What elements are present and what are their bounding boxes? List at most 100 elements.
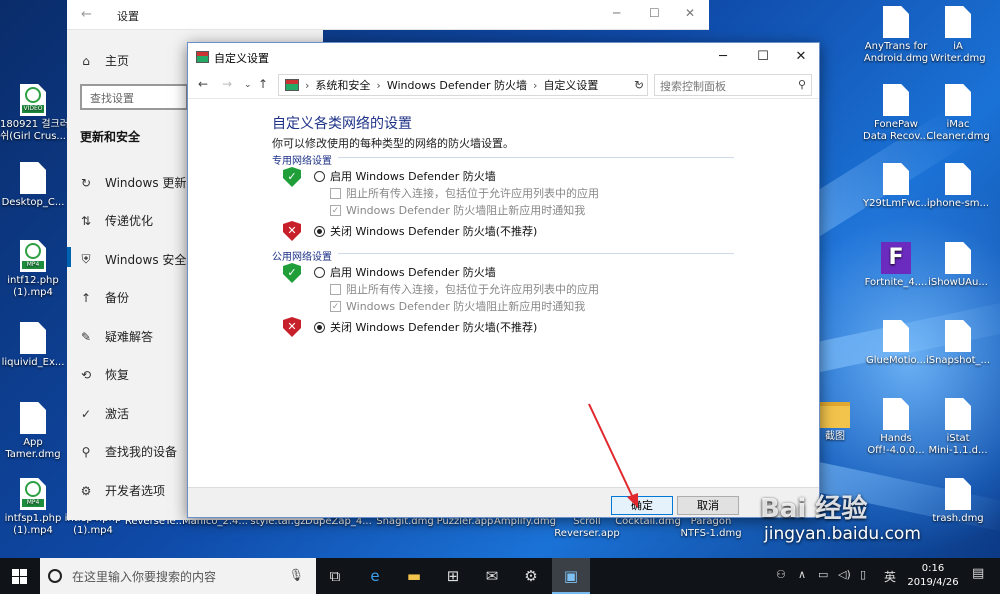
back-arrow-icon[interactable]: ← [81, 7, 92, 22]
task-view-icon[interactable]: ⧉ [316, 558, 354, 594]
breadcrumb[interactable]: › 系统和安全 › Windows Defender 防火墙 › 自定义设置 ⌄ [278, 74, 648, 96]
checkbox[interactable] [330, 283, 341, 295]
volume-icon[interactable]: ◁) [838, 568, 851, 581]
minimize-button[interactable]: ─ [708, 47, 738, 67]
taskbar-search-input[interactable]: 在这里输入你要搜索的内容 🎙 [40, 558, 316, 594]
desktop-icon[interactable]: trash.dmg [925, 478, 991, 525]
radio-button[interactable] [314, 170, 325, 182]
desktop-icon[interactable]: F Fortnite_4.... [863, 242, 929, 289]
checkbox[interactable]: ✓ [330, 204, 341, 216]
store-icon[interactable]: ⊞ [434, 558, 472, 594]
settings-item-delivery-optimization[interactable]: ⇅ 传递优化 [79, 212, 153, 229]
desktop-icon[interactable]: liquivid_Ex... [0, 322, 66, 369]
desktop-icon[interactable]: FonePaw Data Recov... [863, 84, 929, 143]
back-icon[interactable]: ← [198, 77, 208, 91]
checkbox[interactable] [330, 187, 341, 199]
minimize-icon[interactable]: ─ [613, 6, 620, 20]
desktop-icon-label: Desktop_C... [1, 197, 65, 208]
desktop-icon[interactable]: Paragon NTFS-1.dmg [678, 516, 744, 540]
desktop-icon[interactable]: Desktop_C... [0, 162, 66, 209]
desktop-icon[interactable]: iSnapshot_... [925, 320, 991, 367]
up-icon[interactable]: ↑ [258, 77, 268, 91]
public-network-group-label: 公用网络设置 [272, 252, 332, 263]
maximize-icon[interactable]: ☐ [649, 6, 660, 20]
ime-indicator[interactable]: 英 [884, 568, 896, 585]
edge-icon[interactable]: e [356, 558, 394, 594]
desktop-icon[interactable]: Hands Off!-4.0.0... [863, 398, 929, 457]
dialog-title: 自定义设置 [214, 52, 269, 65]
shield-x-icon: ✕ [283, 221, 301, 241]
desktop-icon[interactable]: Scroll Reverser.app [554, 516, 620, 540]
desktop-icon-label: AnyTrans for Android.dmg [863, 41, 929, 64]
desktop-icon[interactable]: MP4 intf12.php (1).mp4 [0, 240, 66, 299]
checkmark-icon: ✓ [80, 406, 92, 421]
people-icon[interactable]: ⚇ [776, 568, 786, 581]
settings-item-activation[interactable]: ✓ 激活 [79, 405, 129, 422]
desktop-icon[interactable]: iShowUAu... [925, 242, 991, 289]
microphone-icon[interactable]: 🎙 [289, 568, 304, 582]
desktop-icon[interactable]: iMac Cleaner.dmg [925, 84, 991, 143]
desktop-icon[interactable]: MP4 intfsp1.php (1).mp4 [0, 478, 66, 537]
checkbox[interactable]: ✓ [330, 300, 341, 312]
recent-pages-icon[interactable]: ⌄ [244, 80, 252, 90]
radio-button[interactable] [314, 266, 325, 278]
battery-icon[interactable]: ▯ [860, 568, 866, 581]
public-notify-checkbox[interactable]: ✓ Windows Defender 防火墙阻止新应用时通知我 [330, 298, 585, 314]
public-block-all-checkbox[interactable]: 阻止所有传入连接，包括位于允许应用列表中的应用 [330, 281, 599, 297]
desktop-icon[interactable]: GlueMotio... [863, 320, 929, 367]
private-disable-firewall-radio[interactable]: 关闭 Windows Defender 防火墙(不推荐) [314, 223, 537, 239]
settings-item-label: Windows 更新 [105, 176, 187, 190]
close-icon[interactable]: ✕ [685, 6, 695, 20]
shield-x-icon: ✕ [283, 317, 301, 337]
settings-gear-icon[interactable]: ⚙ [512, 558, 550, 594]
desktop-icon[interactable]: iA Writer.dmg [925, 6, 991, 65]
backup-icon: ↑ [80, 290, 92, 305]
private-notify-checkbox[interactable]: ✓ Windows Defender 防火墙阻止新应用时通知我 [330, 202, 585, 218]
mail-icon[interactable]: ✉ [473, 558, 511, 594]
control-panel-search-input[interactable]: 搜索控制面板 ⚲ [654, 74, 812, 96]
shield-check-icon: ✓ [283, 167, 301, 187]
network-icon[interactable]: ▭ [818, 568, 828, 581]
public-enable-firewall-radio[interactable]: 启用 Windows Defender 防火墙 [314, 264, 496, 280]
notification-icon[interactable]: ▤ [972, 566, 984, 581]
breadcrumb-item[interactable]: 系统和安全 [315, 77, 370, 93]
settings-item-windows-update[interactable]: ↻ Windows 更新 [79, 174, 186, 191]
search-icon[interactable]: ⚲ [798, 78, 806, 91]
wrench-icon: ✎ [80, 329, 92, 344]
breadcrumb-item[interactable]: 自定义设置 [543, 77, 598, 93]
desktop-icon[interactable]: VIDEO 180921 걸크러 쉬(Girl Crus... [0, 84, 69, 143]
ok-button[interactable]: 确定 [611, 496, 673, 515]
radio-button[interactable] [314, 321, 325, 333]
desktop-icon-label: iA Writer.dmg [930, 41, 986, 64]
desktop-icon[interactable]: iphone-sm... [925, 163, 991, 210]
settings-item-windows-security[interactable]: ⛨ Windows 安全中 [79, 251, 198, 268]
desktop-icon-label: Hands Off!-4.0.0... [867, 433, 925, 456]
settings-item-recovery[interactable]: ⟲ 恢复 [79, 366, 129, 383]
desktop-icon[interactable]: AnyTrans for Android.dmg [863, 6, 929, 65]
private-block-all-checkbox[interactable]: 阻止所有传入连接，包括位于允许应用列表中的应用 [330, 185, 599, 201]
desktop-icon[interactable]: App Tamer.dmg [0, 402, 66, 461]
settings-search-input[interactable]: 查找设置 [80, 84, 188, 110]
close-button[interactable]: ✕ [786, 47, 816, 67]
desktop-icon[interactable]: iStat Mini-1.1.d... [925, 398, 991, 457]
refresh-icon[interactable]: ↻ [634, 78, 644, 92]
radio-button[interactable] [314, 225, 325, 237]
start-button[interactable] [12, 569, 27, 584]
settings-item-backup[interactable]: ↑ 备份 [79, 289, 129, 306]
settings-item-find-my-device[interactable]: ⚲ 查找我的设备 [79, 443, 177, 460]
clock[interactable]: 0:16 2019/4/26 [905, 562, 961, 590]
settings-item-troubleshoot[interactable]: ✎ 疑难解答 [79, 328, 153, 345]
chevron-up-icon[interactable]: ∧ [798, 568, 806, 581]
file-explorer-icon[interactable]: ▬ [395, 558, 433, 594]
maximize-button[interactable]: ☐ [748, 47, 778, 67]
desktop-icon[interactable]: Y29tLmFwc... [863, 163, 930, 210]
private-enable-firewall-radio[interactable]: 启用 Windows Defender 防火墙 [314, 168, 496, 184]
settings-item-developer[interactable]: ⚙ 开发者选项 [79, 482, 165, 499]
public-disable-firewall-radio[interactable]: 关闭 Windows Defender 防火墙(不推荐) [314, 319, 537, 335]
control-panel-taskbar-icon[interactable]: ▣ [552, 558, 590, 594]
forward-icon[interactable]: → [222, 77, 232, 91]
cancel-button[interactable]: 取消 [677, 496, 739, 515]
background-window-titlebar: ─ ☐ ✕ [323, 0, 709, 30]
breadcrumb-item[interactable]: Windows Defender 防火墙 [387, 77, 527, 93]
settings-home[interactable]: ⌂ 主页 [79, 52, 129, 69]
